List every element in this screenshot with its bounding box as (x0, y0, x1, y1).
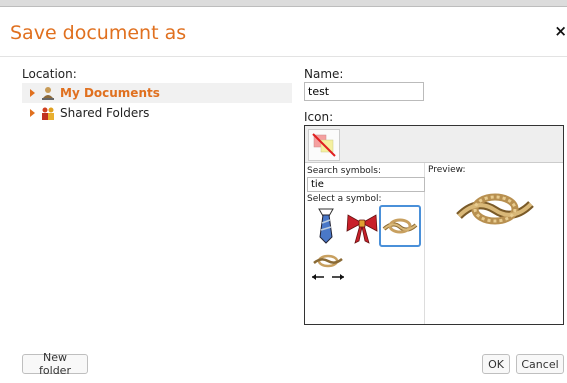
ok-button[interactable]: OK (482, 354, 510, 374)
dialog-title: Save document as (10, 22, 187, 44)
icon-panel: Search symbols: Select a symbol: (304, 125, 564, 325)
name-label: Name: (304, 67, 344, 81)
no-icon-icon (312, 133, 336, 157)
symbol-search-pane: Search symbols: Select a symbol: (305, 163, 425, 324)
tree-item-label: My Documents (60, 86, 160, 100)
search-symbols-label: Search symbols: (307, 166, 382, 176)
tree-item-my-documents[interactable]: My Documents (22, 83, 292, 103)
top-edge (0, 0, 567, 7)
expand-arrow-icon[interactable] (30, 89, 35, 97)
close-icon[interactable]: × (554, 22, 567, 40)
location-tree: My Documents Shared Folders (22, 83, 292, 123)
tree-item-label: Shared Folders (60, 106, 150, 120)
ribbon-bow-symbol-icon[interactable] (343, 209, 381, 247)
name-input[interactable] (304, 82, 424, 101)
necktie-symbol-icon[interactable] (307, 207, 345, 245)
tree-item-shared-folders[interactable]: Shared Folders (22, 103, 292, 123)
icon-label: Icon: (304, 110, 334, 124)
user-folder-icon (42, 87, 54, 100)
expand-arrow-icon[interactable] (30, 109, 35, 117)
search-symbols-input[interactable] (307, 177, 425, 192)
preview-label: Preview: (428, 165, 466, 175)
select-symbol-label: Select a symbol: (307, 194, 382, 204)
shared-folder-icon (42, 107, 54, 120)
knot-symbol-icon (382, 218, 418, 234)
icon-toolbar (305, 126, 563, 163)
cancel-button[interactable]: Cancel (516, 354, 564, 374)
tie-knot-arrows-symbol-icon[interactable] (309, 249, 347, 287)
no-icon-button[interactable] (308, 129, 340, 161)
knot-symbol-selected[interactable] (379, 205, 421, 247)
location-label: Location: (22, 67, 77, 81)
title-divider (0, 56, 567, 57)
new-folder-button[interactable]: New folder (22, 351, 88, 377)
knot-preview-icon (456, 193, 534, 225)
